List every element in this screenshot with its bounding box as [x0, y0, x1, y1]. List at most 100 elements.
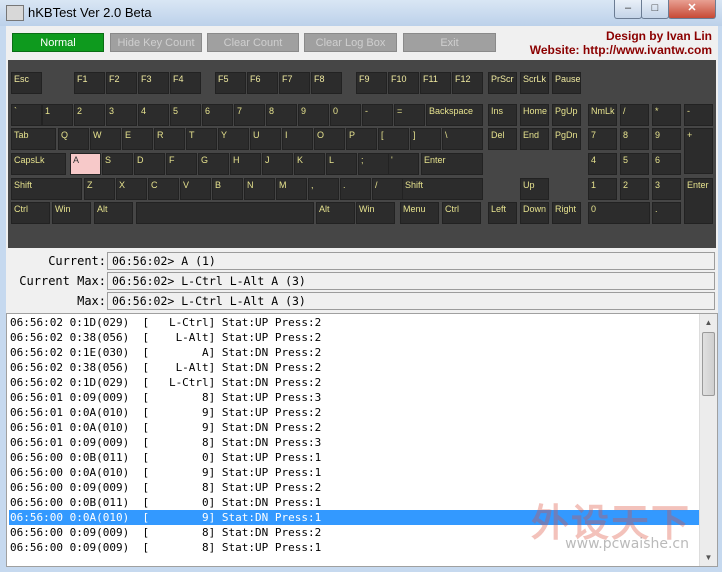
key-e: E — [122, 128, 153, 150]
key-s: S — [102, 153, 133, 175]
key-x: X — [116, 178, 147, 200]
hide-key-count-button[interactable]: Hide Key Count — [110, 33, 202, 52]
exit-button[interactable]: Exit — [403, 33, 496, 52]
title-bar[interactable]: hKBTest Ver 2.0 Beta – □ ✕ — [0, 0, 722, 26]
key-backspace: Backspace — [426, 104, 483, 126]
key-z: Z — [84, 178, 115, 200]
key-m: M — [276, 178, 307, 200]
key-pgdn: PgDn — [552, 128, 581, 150]
log-line[interactable]: 06:56:02 0:1E(030) [ A] Stat:DN Press:2 — [9, 345, 700, 360]
key-pause: Pause — [552, 72, 581, 94]
key-minus: - — [362, 104, 393, 126]
key-f: F — [166, 153, 197, 175]
key-quote: ' — [388, 153, 419, 175]
key-bslash: \ — [442, 128, 483, 150]
key-f12: F12 — [452, 72, 483, 94]
key-np0: 0 — [588, 202, 650, 224]
log-line[interactable]: 06:56:01 0:0A(010) [ 9] Stat:UP Press:2 — [9, 405, 700, 420]
key-b: B — [212, 178, 243, 200]
close-button[interactable]: ✕ — [668, 0, 716, 19]
max-row: Max: 06:56:02> L-Ctrl L-Alt A (3) — [6, 292, 718, 311]
design-credit: Design by Ivan Lin — [605, 29, 712, 43]
current-value: 06:56:02> A (1) — [107, 252, 715, 270]
scroll-thumb[interactable] — [702, 332, 715, 396]
key-k7: 7 — [234, 104, 265, 126]
key-semi: ; — [358, 153, 389, 175]
log-line[interactable]: 06:56:01 0:09(009) [ 8] Stat:UP Press:3 — [9, 390, 700, 405]
key-period: . — [340, 178, 371, 200]
key-w: W — [90, 128, 121, 150]
key-rbr: ] — [410, 128, 441, 150]
scroll-down-arrow-icon[interactable]: ▼ — [700, 549, 717, 566]
key-u: U — [250, 128, 281, 150]
log-line[interactable]: 06:56:02 0:38(056) [ L-Alt] Stat:DN Pres… — [9, 360, 700, 375]
scroll-up-arrow-icon[interactable]: ▲ — [700, 314, 717, 331]
key-d: D — [134, 153, 165, 175]
log-line[interactable]: 06:56:01 0:0A(010) [ 9] Stat:DN Press:2 — [9, 420, 700, 435]
log-line[interactable]: 06:56:02 0:38(056) [ L-Alt] Stat:UP Pres… — [9, 330, 700, 345]
key-k9: 9 — [298, 104, 329, 126]
key-capslk: CapsLk — [11, 153, 66, 175]
log-line[interactable]: 06:56:02 0:1D(029) [ L-Ctrl] Stat:DN Pre… — [9, 375, 700, 390]
key-pgup: PgUp — [552, 104, 581, 126]
key-a: A — [70, 153, 101, 175]
vertical-scrollbar[interactable]: ▲ ▼ — [699, 314, 717, 566]
max-value: 06:56:02> L-Ctrl L-Alt A (3) — [107, 292, 715, 310]
key-t: T — [186, 128, 217, 150]
log-line[interactable]: 06:56:01 0:09(009) [ 8] Stat:DN Press:3 — [9, 435, 700, 450]
keyboard-panel: Esc F1 F2 F3 F4 F5 F6 F7 F8 F9 F10 F11 F12 PrScr ScrLk… — [8, 60, 716, 248]
key-prscr: PrScr — [488, 72, 517, 94]
client-area: Normal Hide Key Count Clear Count Clear … — [6, 26, 718, 567]
key-slash: / — [372, 178, 403, 200]
key-f1: F1 — [74, 72, 105, 94]
key-k: K — [294, 153, 325, 175]
key-v: V — [180, 178, 211, 200]
key-tab: Tab — [11, 128, 56, 150]
key-k0: 0 — [330, 104, 361, 126]
key-right: Right — [552, 202, 581, 224]
app-window: hKBTest Ver 2.0 Beta – □ ✕ Normal Hide K… — [0, 0, 722, 572]
maximize-button[interactable]: □ — [641, 0, 669, 19]
key-np5: 5 — [620, 153, 649, 175]
key-space — [136, 202, 314, 224]
key-lctrl: Ctrl — [11, 202, 50, 224]
key-np3: 3 — [652, 178, 681, 200]
key-j: J — [262, 153, 293, 175]
log-list[interactable]: 06:56:00 0:09(009) [ 8] Stat:UP Press:1 0… — [6, 313, 718, 567]
key-c: C — [148, 178, 179, 200]
max-label: Max: — [77, 294, 106, 308]
log-line[interactable]: 06:56:00 0:09(009) [ 8] Stat:UP Press:2 — [9, 480, 700, 495]
log-line[interactable]: 06:56:02 0:1D(029) [ L-Ctrl] Stat:UP Pre… — [9, 315, 700, 330]
log-line[interactable]: 06:56:00 0:0B(011) [ 0] Stat:UP Press:1 — [9, 450, 700, 465]
clear-log-box-button[interactable]: Clear Log Box — [304, 33, 397, 52]
log-line[interactable]: 06:56:00 0:0B(011) [ 0] Stat:DN Press:1 — [9, 495, 700, 510]
current-row: Current: 06:56:02> A (1) — [6, 252, 718, 271]
key-k4: 4 — [138, 104, 169, 126]
key-r: R — [154, 128, 185, 150]
key-ins: Ins — [488, 104, 517, 126]
key-npmul: * — [652, 104, 681, 126]
log-line[interactable]: 06:56:00 0:09(009) [ 8] Stat:UP Press:1 — [9, 540, 700, 555]
key-o: O — [314, 128, 345, 150]
key-enter: Enter — [421, 153, 483, 175]
key-end: End — [520, 128, 549, 150]
key-np8: 8 — [620, 128, 649, 150]
minimize-button[interactable]: – — [614, 0, 642, 19]
key-lshift: Shift — [11, 178, 82, 200]
key-left: Left — [488, 202, 517, 224]
log-line[interactable]: 06:56:00 0:09(009) [ 8] Stat:DN Press:2 — [9, 525, 700, 540]
key-n: N — [244, 178, 275, 200]
key-k3: 3 — [106, 104, 137, 126]
normal-button[interactable]: Normal — [12, 33, 104, 52]
log-line[interactable]: 06:56:00 0:0A(010) [ 9] Stat:UP Press:1 — [9, 465, 700, 480]
log-line[interactable]: 06:56:00 0:0A(010) [ 9] Stat:DN Press:1 — [9, 510, 700, 525]
key-npdiv: / — [620, 104, 649, 126]
key-npsub: - — [684, 104, 713, 126]
key-f7: F7 — [279, 72, 310, 94]
key-del: Del — [488, 128, 517, 150]
key-rshift: Shift — [402, 178, 483, 200]
clear-count-button[interactable]: Clear Count — [207, 33, 299, 52]
key-lwin: Win — [52, 202, 91, 224]
key-lalt: Alt — [94, 202, 133, 224]
key-h: H — [230, 153, 261, 175]
